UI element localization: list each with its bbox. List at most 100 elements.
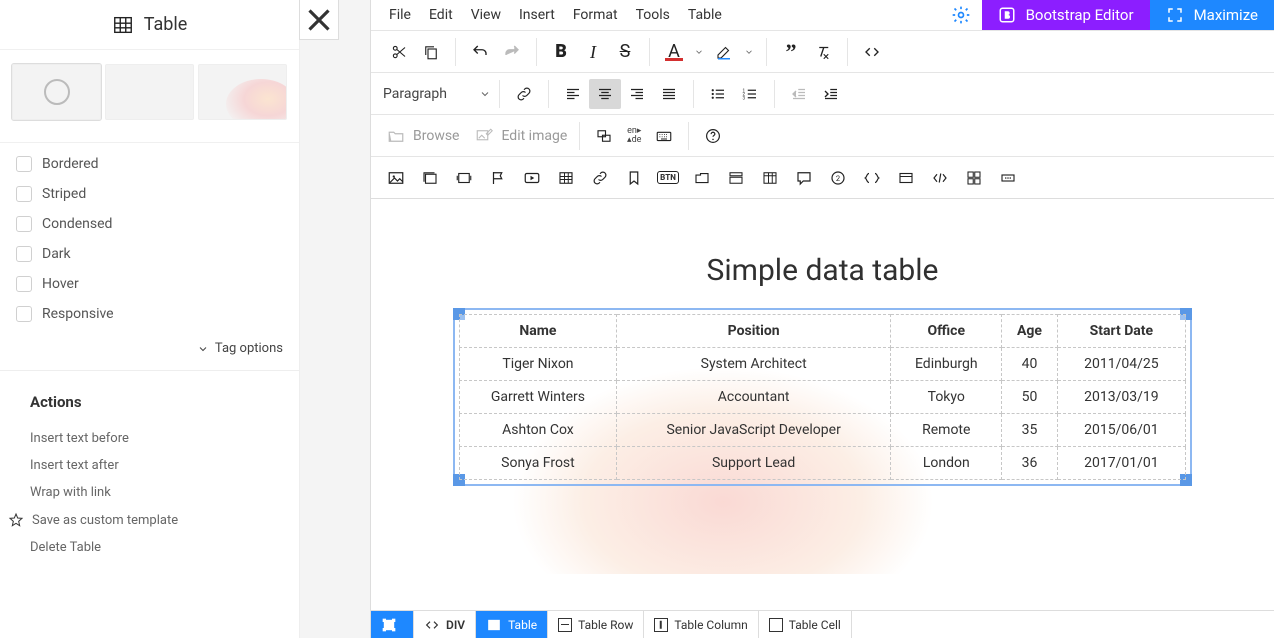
data-table[interactable]: NamePositionOfficeAgeStart DateTiger Nix… — [459, 314, 1186, 480]
table-cell[interactable]: 2015/06/01 — [1057, 414, 1185, 447]
highlight-button[interactable] — [708, 37, 740, 67]
menu-file[interactable]: File — [381, 3, 419, 27]
highlight-dropdown[interactable] — [740, 47, 758, 57]
table-cell[interactable]: Sonya Frost — [460, 447, 617, 480]
browse-button[interactable]: Browse — [383, 127, 463, 145]
table-cell[interactable]: 2011/04/25 — [1057, 348, 1185, 381]
source-code-button[interactable] — [856, 37, 888, 67]
undo-button[interactable] — [464, 37, 496, 67]
selected-table[interactable]: NamePositionOfficeAgeStart DateTiger Nix… — [459, 314, 1186, 480]
crumb-table[interactable]: Table — [476, 611, 548, 638]
table-cell[interactable]: System Architect — [616, 348, 890, 381]
table-row[interactable]: Ashton CoxSenior JavaScript DeveloperRem… — [460, 414, 1186, 447]
clear-format-button[interactable] — [807, 37, 839, 67]
insert-table-button[interactable] — [551, 163, 581, 193]
blockquote-button[interactable]: ” — [775, 37, 807, 67]
bootstrap-editor-button[interactable]: Bootstrap Editor — [982, 0, 1150, 30]
outdent-button[interactable] — [783, 79, 815, 109]
table-cell[interactable]: 50 — [1002, 381, 1058, 414]
text-color-button[interactable]: A — [658, 37, 690, 67]
insert-gallery-button[interactable] — [415, 163, 445, 193]
table-cell[interactable]: Tiger Nixon — [460, 348, 617, 381]
italic-button[interactable]: I — [577, 37, 609, 67]
action-save-template[interactable]: Save as custom template — [8, 506, 269, 534]
crumb-table-row[interactable]: Table Row — [548, 611, 644, 638]
align-center-button[interactable] — [589, 79, 621, 109]
text-color-dropdown[interactable] — [690, 47, 708, 57]
redo-button[interactable] — [496, 37, 528, 67]
menu-tools[interactable]: Tools — [628, 3, 678, 27]
edit-image-button[interactable]: Edit image — [471, 127, 571, 145]
table-row[interactable]: Tiger NixonSystem ArchitectEdinburgh4020… — [460, 348, 1186, 381]
insert-accordion-button[interactable] — [721, 163, 751, 193]
align-right-button[interactable] — [621, 79, 653, 109]
insert-btn-button[interactable]: BTN — [653, 163, 683, 193]
crumb-table-cell[interactable]: Table Cell — [759, 611, 852, 638]
option-bordered[interactable]: Bordered — [16, 149, 283, 179]
insert-video-button[interactable] — [517, 163, 547, 193]
table-cell[interactable]: Garrett Winters — [460, 381, 617, 414]
insert-html-button[interactable] — [925, 163, 955, 193]
indent-button[interactable] — [815, 79, 847, 109]
bold-button[interactable]: B — [545, 37, 577, 67]
action-insert-text-before[interactable]: Insert text before — [30, 425, 269, 452]
menu-table[interactable]: Table — [680, 3, 730, 27]
action-insert-text-after[interactable]: Insert text after — [30, 452, 269, 479]
table-cell[interactable]: London — [891, 447, 1002, 480]
option-striped[interactable]: Striped — [16, 179, 283, 209]
table-cell[interactable]: Remote — [891, 414, 1002, 447]
table-cell[interactable]: 40 — [1002, 348, 1058, 381]
table-row[interactable]: Sonya FrostSupport LeadLondon362017/01/0… — [460, 447, 1186, 480]
editor-canvas[interactable]: Simple data table NamePositionOfficeAgeS… — [371, 199, 1274, 610]
keyboard-button[interactable] — [648, 121, 680, 151]
insert-grid-button[interactable] — [959, 163, 989, 193]
insert-columns-button[interactable] — [755, 163, 785, 193]
page-title[interactable]: Simple data table — [421, 253, 1224, 288]
block-format-select[interactable]: Paragraph — [377, 79, 497, 109]
action-wrap-with-link[interactable]: Wrap with link — [30, 479, 269, 506]
menu-insert[interactable]: Insert — [511, 3, 563, 27]
table-cell[interactable]: Accountant — [616, 381, 890, 414]
insert-card-button[interactable] — [891, 163, 921, 193]
insert-flag-button[interactable] — [483, 163, 513, 193]
menu-view[interactable]: View — [463, 3, 509, 27]
align-justify-button[interactable] — [653, 79, 685, 109]
settings-button[interactable] — [940, 0, 982, 30]
link-button[interactable] — [508, 79, 540, 109]
table-header[interactable]: Office — [891, 315, 1002, 348]
crumb-bounds[interactable] — [371, 611, 414, 638]
style-thumb-3[interactable] — [198, 64, 287, 120]
cut-button[interactable] — [383, 37, 415, 67]
insert-more-button[interactable] — [993, 163, 1023, 193]
insert-tabs-button[interactable] — [687, 163, 717, 193]
insert-codeblock-button[interactable] — [857, 163, 887, 193]
table-cell[interactable]: Support Lead — [616, 447, 890, 480]
style-thumb-1[interactable] — [12, 64, 101, 120]
insert-badge-button[interactable]: 2 — [823, 163, 853, 193]
table-header[interactable]: Name — [460, 315, 617, 348]
maximize-button[interactable]: Maximize — [1150, 0, 1274, 30]
table-header[interactable]: Age — [1002, 315, 1058, 348]
table-row[interactable]: Garrett WintersAccountantTokyo502013/03/… — [460, 381, 1186, 414]
strike-button[interactable]: S — [609, 37, 641, 67]
menu-format[interactable]: Format — [565, 3, 626, 27]
style-thumb-2[interactable] — [105, 64, 194, 120]
language-button[interactable]: en▸ ▴de — [620, 121, 648, 151]
insert-image-button[interactable] — [381, 163, 411, 193]
menu-edit[interactable]: Edit — [421, 3, 461, 27]
option-condensed[interactable]: Condensed — [16, 209, 283, 239]
crumb-div[interactable]: DIV — [414, 611, 476, 638]
table-header[interactable]: Start Date — [1057, 315, 1185, 348]
crumb-table-column[interactable]: Table Column — [644, 611, 758, 638]
table-cell[interactable]: Edinburgh — [891, 348, 1002, 381]
option-responsive[interactable]: Responsive — [16, 299, 283, 329]
insert-slideshow-button[interactable] — [449, 163, 479, 193]
table-cell[interactable]: 36 — [1002, 447, 1058, 480]
table-cell[interactable]: 2013/03/19 — [1057, 381, 1185, 414]
copy-button[interactable] — [415, 37, 447, 67]
bulleted-list-button[interactable] — [702, 79, 734, 109]
insert-comment-button[interactable] — [789, 163, 819, 193]
align-left-button[interactable] — [557, 79, 589, 109]
close-sidebar-button[interactable] — [299, 0, 339, 40]
action-delete-table[interactable]: Delete Table — [30, 534, 269, 561]
